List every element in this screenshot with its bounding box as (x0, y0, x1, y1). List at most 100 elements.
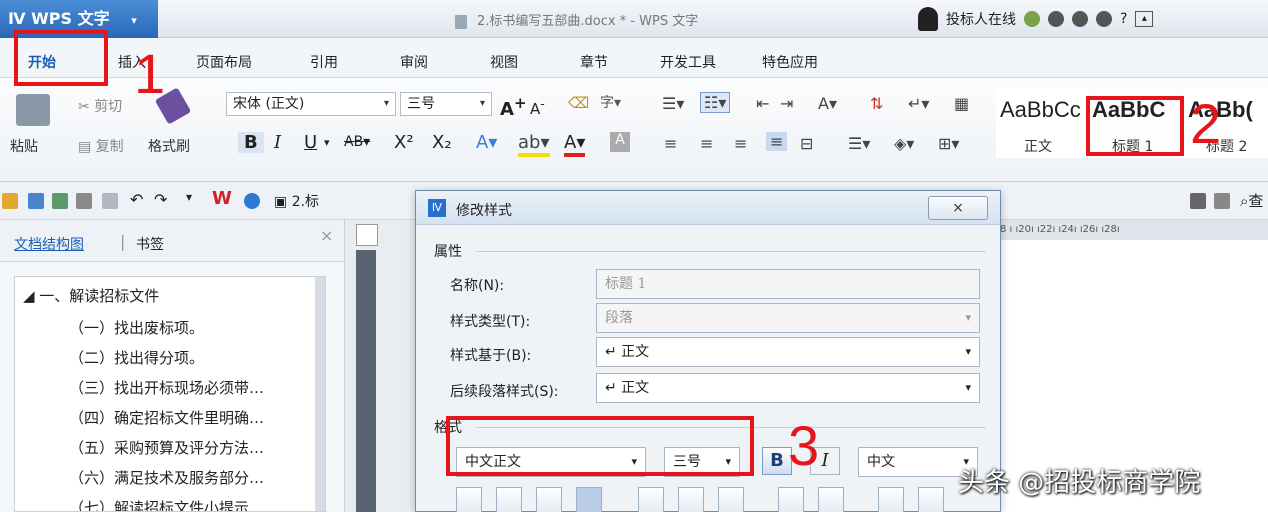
copy-button[interactable]: ▤ 复制 (78, 136, 124, 156)
online-icon[interactable] (1024, 11, 1040, 27)
tree-item[interactable]: （四）确定招标文件里明确… (69, 407, 264, 428)
space-after-icon[interactable] (818, 487, 844, 512)
user-area[interactable]: 投标人在线 ? ▴ (918, 5, 1154, 33)
avatar[interactable] (918, 7, 938, 31)
chevron-down-icon[interactable]: ▾ (324, 136, 330, 149)
print-icon[interactable] (76, 193, 92, 209)
cut-button[interactable]: ✂ 剪切 (78, 96, 122, 116)
tree-item[interactable]: （三）找出开标现场必须带… (69, 377, 264, 398)
close-button[interactable]: ⨯ (928, 196, 988, 220)
wps-icon[interactable]: W (212, 188, 232, 209)
highlight-icon[interactable]: ab▾ (518, 132, 550, 157)
justify-icon[interactable] (576, 487, 602, 512)
italic-button[interactable]: I (274, 132, 281, 153)
strikethrough-icon[interactable]: AB▾ (344, 134, 370, 150)
preview-icon[interactable] (102, 193, 118, 209)
tree-item[interactable]: （一）找出废标项。 (69, 317, 204, 338)
next-style-select[interactable]: ↵ 正文 ▾ (596, 373, 980, 403)
doc-tab[interactable]: ▣ 2.标 (274, 191, 319, 211)
align-left-icon[interactable]: ≡ (664, 134, 677, 153)
format-painter-button[interactable]: 格式刷 (148, 136, 190, 156)
shrink-font-icon[interactable]: A- (530, 96, 545, 118)
restore-icon[interactable]: ▴ (1135, 11, 1154, 27)
based-on-select[interactable]: ↵ 正文 ▾ (596, 337, 980, 367)
undo-icon[interactable]: ↶ (130, 190, 143, 209)
export-icon[interactable] (52, 193, 68, 209)
text-effect-icon[interactable]: A▾ (476, 132, 497, 153)
tree-item[interactable]: （七）解读招标文件小提示… (69, 497, 264, 511)
settings-icon[interactable] (1072, 11, 1088, 27)
tab-developer[interactable]: 开发工具 (660, 52, 716, 72)
font-color-icon[interactable]: A▾ (564, 132, 586, 157)
one-half-spacing-icon[interactable] (678, 487, 704, 512)
tree-item[interactable]: （六）满足技术及服务部分… (69, 467, 264, 488)
bullets-icon[interactable]: ☰▾ (662, 94, 684, 113)
help-button[interactable]: ? (1120, 11, 1127, 27)
tree-item[interactable]: （五）采购预算及评分方法… (69, 437, 264, 458)
single-spacing-icon[interactable] (638, 487, 664, 512)
clear-format-icon[interactable]: ⌫ (568, 94, 589, 112)
double-spacing-icon[interactable] (718, 487, 744, 512)
tree-item[interactable]: ◢ 一、解读招标文件 (23, 285, 159, 306)
chevron-down-icon[interactable]: ▾ (131, 14, 137, 27)
tab-review[interactable]: 审阅 (400, 52, 428, 72)
align-left-icon[interactable] (456, 487, 482, 512)
sort-icon[interactable]: ⇅ (870, 94, 883, 113)
tab-view[interactable]: 视图 (490, 52, 518, 72)
justify-icon[interactable]: ≡ (766, 132, 788, 151)
ruler-toggle[interactable] (356, 224, 378, 246)
redo-icon[interactable]: ↷ (154, 190, 167, 209)
tab-chapter[interactable]: 章节 (580, 52, 608, 72)
line-spacing-icon[interactable]: ☰▾ (848, 134, 870, 153)
space-before-icon[interactable] (778, 487, 804, 512)
align-center-icon[interactable]: ≡ (700, 134, 713, 153)
borders-icon[interactable]: ⊞▾ (938, 134, 959, 153)
pinyin-icon[interactable]: 字▾ (600, 92, 621, 112)
char-shading-icon[interactable]: A (610, 132, 630, 152)
font-size-select[interactable]: 三号 ▾ (400, 92, 492, 116)
paste-button[interactable]: 粘贴 (10, 136, 38, 156)
tree-scrollbar[interactable] (315, 277, 325, 511)
save-icon[interactable] (28, 193, 44, 209)
dialog-title-bar[interactable]: Ⅳ 修改样式 ⨯ (416, 191, 1000, 225)
table-icon[interactable]: ▦ (954, 94, 969, 113)
tree-item[interactable]: （二）找出得分项。 (69, 347, 204, 368)
tab-references[interactable]: 引用 (310, 52, 338, 72)
close-icon[interactable]: × (320, 226, 333, 245)
style-normal[interactable]: AaBbCc 正文 (996, 88, 1088, 158)
cloud-icon[interactable] (244, 193, 260, 209)
case-icon[interactable]: A▾ (818, 94, 837, 113)
numbering-icon[interactable]: ☷▾ (700, 92, 731, 113)
search-icon[interactable]: ⌕查 (1240, 190, 1263, 211)
subscript-icon[interactable]: X₂ (432, 132, 452, 153)
outdent-icon[interactable]: ⇤ (756, 94, 769, 113)
tab-special[interactable]: 特色应用 (762, 52, 818, 72)
skin-icon[interactable] (1190, 193, 1206, 209)
style-type-select[interactable]: 段落 ▾ (596, 303, 980, 333)
comment-icon[interactable] (1214, 193, 1230, 209)
tab-bookmarks[interactable]: 书签 (136, 234, 164, 254)
user-status[interactable]: 投标人在线 (946, 9, 1016, 29)
indent-icon[interactable]: ⇥ (780, 94, 793, 113)
tab-document-map[interactable]: 文档结构图 (14, 234, 84, 254)
grow-font-icon[interactable]: A+ (500, 94, 527, 120)
align-right-icon[interactable] (536, 487, 562, 512)
skin-icon[interactable] (1048, 11, 1064, 27)
decrease-indent-icon[interactable] (878, 487, 904, 512)
style-name-field[interactable]: 标题 1 (596, 269, 980, 299)
shading-icon[interactable]: ◈▾ (894, 134, 914, 153)
tab-page-layout[interactable]: 页面布局 (196, 52, 252, 72)
align-center-icon[interactable] (496, 487, 522, 512)
share-icon[interactable] (1096, 11, 1112, 27)
underline-button[interactable]: U (304, 132, 317, 153)
superscript-icon[interactable]: X² (394, 132, 414, 153)
bold-button[interactable]: B (238, 132, 264, 153)
align-right-icon[interactable]: ≡ (734, 134, 747, 153)
font-name-select[interactable]: 宋体 (正文) ▾ (226, 92, 396, 116)
open-icon[interactable] (2, 193, 18, 209)
chevron-down-icon[interactable]: ▾ (186, 190, 192, 204)
increase-indent-icon[interactable] (918, 487, 944, 512)
distribute-icon[interactable]: ⊟ (800, 134, 813, 153)
paste-icon[interactable] (16, 94, 50, 126)
show-marks-icon[interactable]: ↵▾ (908, 94, 929, 113)
